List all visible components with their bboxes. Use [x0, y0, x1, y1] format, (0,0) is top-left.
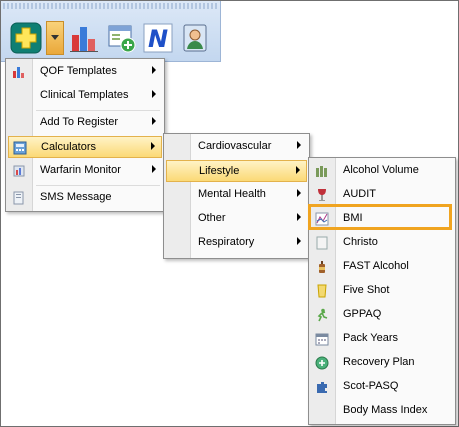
chart-button[interactable] — [67, 21, 101, 55]
menu-item-recovery-plan[interactable]: Recovery Plan — [311, 352, 453, 374]
menu-item-audit[interactable]: AUDIT — [311, 184, 453, 206]
puzzle-icon — [313, 379, 331, 395]
main-dropdown-menu: QOF Templates Clinical Templates Add To … — [5, 58, 165, 212]
submenu-arrow-icon — [297, 189, 301, 197]
menu-item-label: Calculators — [41, 141, 97, 153]
sms-icon — [10, 190, 28, 206]
menu-item-label: Christo — [343, 236, 378, 248]
submenu-arrow-icon — [297, 141, 301, 149]
menu-item-qof-templates[interactable]: QOF Templates — [8, 61, 162, 83]
menu-item-label: Recovery Plan — [343, 356, 415, 368]
menu-item-label: Cardiovascular — [198, 140, 272, 152]
menu-item-label: Warfarin Monitor — [40, 164, 121, 176]
n-logo-icon: N — [143, 23, 173, 53]
menu-item-add-to-register[interactable]: Add To Register — [8, 112, 162, 134]
submenu-arrow-icon — [151, 142, 155, 150]
menu-item-label: Lifestyle — [199, 165, 240, 177]
bottles-icon — [313, 163, 331, 179]
toolbar: N — [1, 1, 221, 62]
calculator-icon — [11, 140, 29, 156]
submenu-arrow-icon — [297, 237, 301, 245]
menu-item-label: GPPAQ — [343, 308, 382, 320]
submenu-arrow-icon — [152, 90, 156, 98]
calendar-icon — [313, 331, 331, 347]
menu-item-mental-health[interactable]: Mental Health — [166, 184, 307, 206]
menu-item-label: FAST Alcohol — [343, 260, 409, 272]
bar-chart-icon — [10, 64, 28, 80]
menu-item-label: Mental Health — [198, 188, 266, 200]
menu-item-label: Five Shot — [343, 284, 390, 296]
dropdown-arrow-icon — [51, 35, 59, 40]
dropdown-button[interactable] — [46, 21, 64, 55]
toolbar-grip[interactable] — [3, 3, 217, 9]
menu-item-lifestyle[interactable]: Lifestyle — [166, 160, 307, 182]
menu-item-cardiovascular[interactable]: Cardiovascular — [166, 136, 307, 158]
glass-icon — [313, 283, 331, 299]
bar-chart-icon — [70, 27, 98, 52]
menu-item-label: Body Mass Index — [343, 404, 428, 416]
menu-item-label: Scot-PASQ — [343, 380, 399, 392]
person-book-icon — [183, 24, 207, 52]
submenu-arrow-icon — [152, 117, 156, 125]
menu-item-label: AUDIT — [343, 188, 376, 200]
bottle-icon — [313, 259, 331, 275]
menu-item-clinical-templates[interactable]: Clinical Templates — [8, 85, 162, 107]
add-plus-icon — [10, 22, 42, 54]
menu-separator — [36, 185, 160, 186]
svg-text:N: N — [148, 25, 168, 53]
menu-item-other[interactable]: Other — [166, 208, 307, 230]
wine-glass-icon — [313, 187, 331, 203]
menu-item-calculators[interactable]: Calculators — [8, 136, 162, 158]
bmi-callout-highlight — [308, 204, 452, 230]
document-icon — [313, 235, 331, 251]
menu-item-label: Pack Years — [343, 332, 399, 344]
patient-book-button[interactable] — [178, 21, 212, 55]
menu-item-scot-pasq[interactable]: Scot-PASQ — [311, 376, 453, 398]
menu-item-label: QOF Templates — [40, 65, 117, 77]
menu-item-label: Add To Register — [40, 116, 119, 128]
lifestyle-submenu: Alcohol Volume AUDIT BMI Christo FAST Al… — [308, 157, 456, 425]
menu-item-label: Other — [198, 212, 226, 224]
running-person-icon — [313, 307, 331, 323]
submenu-arrow-icon — [152, 66, 156, 74]
menu-item-body-mass-index[interactable]: Body Mass Index — [311, 400, 453, 422]
menu-item-fast-alcohol[interactable]: FAST Alcohol — [311, 256, 453, 278]
menu-item-pack-years[interactable]: Pack Years — [311, 328, 453, 350]
menu-item-sms-message[interactable]: SMS Message — [8, 187, 162, 209]
form-add-icon — [108, 25, 136, 53]
menu-item-five-shot[interactable]: Five Shot — [311, 280, 453, 302]
menu-item-gppaq[interactable]: GPPAQ — [311, 304, 453, 326]
form-add-button[interactable] — [104, 21, 138, 55]
menu-item-label: SMS Message — [40, 191, 112, 203]
menu-item-label: Clinical Templates — [40, 89, 129, 101]
submenu-arrow-icon — [297, 213, 301, 221]
menu-item-alcohol-volume[interactable]: Alcohol Volume — [311, 160, 453, 182]
menu-item-label: Respiratory — [198, 236, 255, 248]
n-app-button[interactable]: N — [141, 21, 175, 55]
calculators-submenu: Cardiovascular Lifestyle Mental Health O… — [163, 133, 310, 259]
submenu-arrow-icon — [152, 165, 156, 173]
submenu-arrow-icon — [296, 166, 300, 174]
menu-separator — [36, 110, 160, 111]
menu-item-respiratory[interactable]: Respiratory — [166, 232, 307, 254]
menu-item-warfarin-monitor[interactable]: Warfarin Monitor — [8, 160, 162, 182]
menu-item-christo[interactable]: Christo — [311, 232, 453, 254]
add-button[interactable] — [9, 21, 43, 55]
recovery-icon — [313, 355, 331, 371]
menu-item-label: Alcohol Volume — [343, 164, 419, 176]
warfarin-icon — [10, 163, 28, 179]
